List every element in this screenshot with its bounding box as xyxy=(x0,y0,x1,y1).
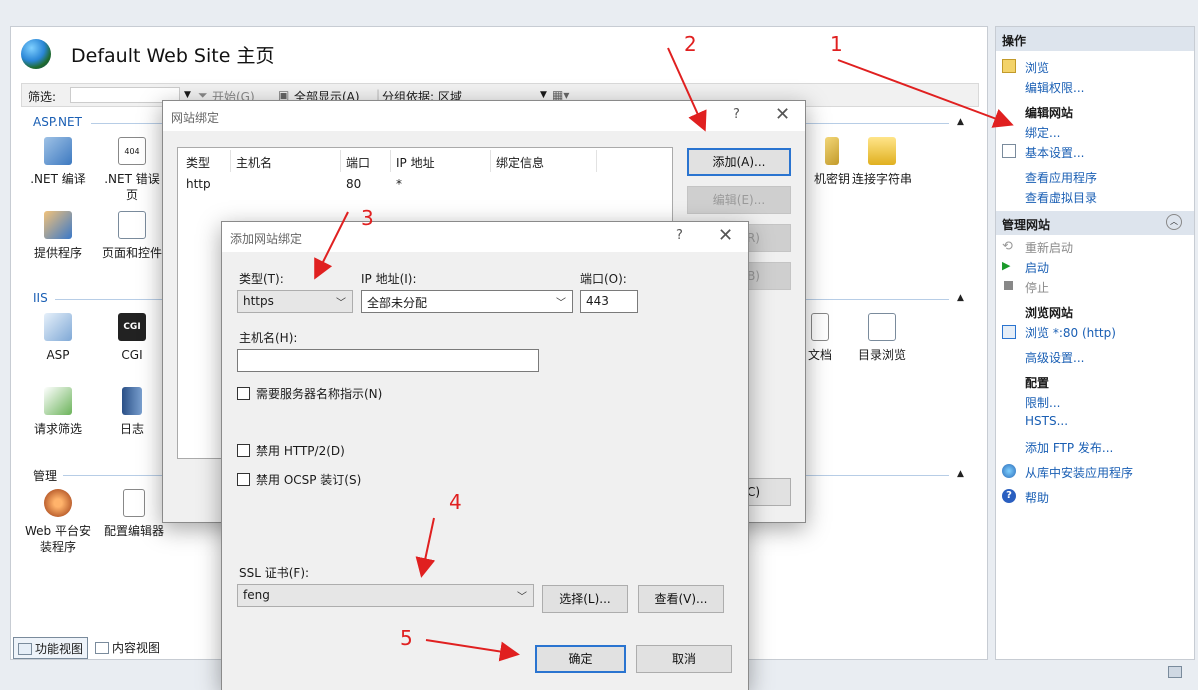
annotation-label-2: 2 xyxy=(684,32,697,56)
annotation-arrow-2 xyxy=(667,47,707,132)
annotation-arrow-5 xyxy=(425,639,520,662)
annotation-label-3: 3 xyxy=(361,206,374,230)
annotation-arrow-4 xyxy=(415,517,436,578)
annotation-label-1: 1 xyxy=(830,32,843,56)
annotation-arrow-3 xyxy=(314,211,349,280)
annotation-label-5: 5 xyxy=(400,626,413,650)
annotation-arrow-1 xyxy=(837,59,1014,128)
annotation-arrows xyxy=(314,47,1014,662)
annotation-label-4: 4 xyxy=(449,490,462,514)
